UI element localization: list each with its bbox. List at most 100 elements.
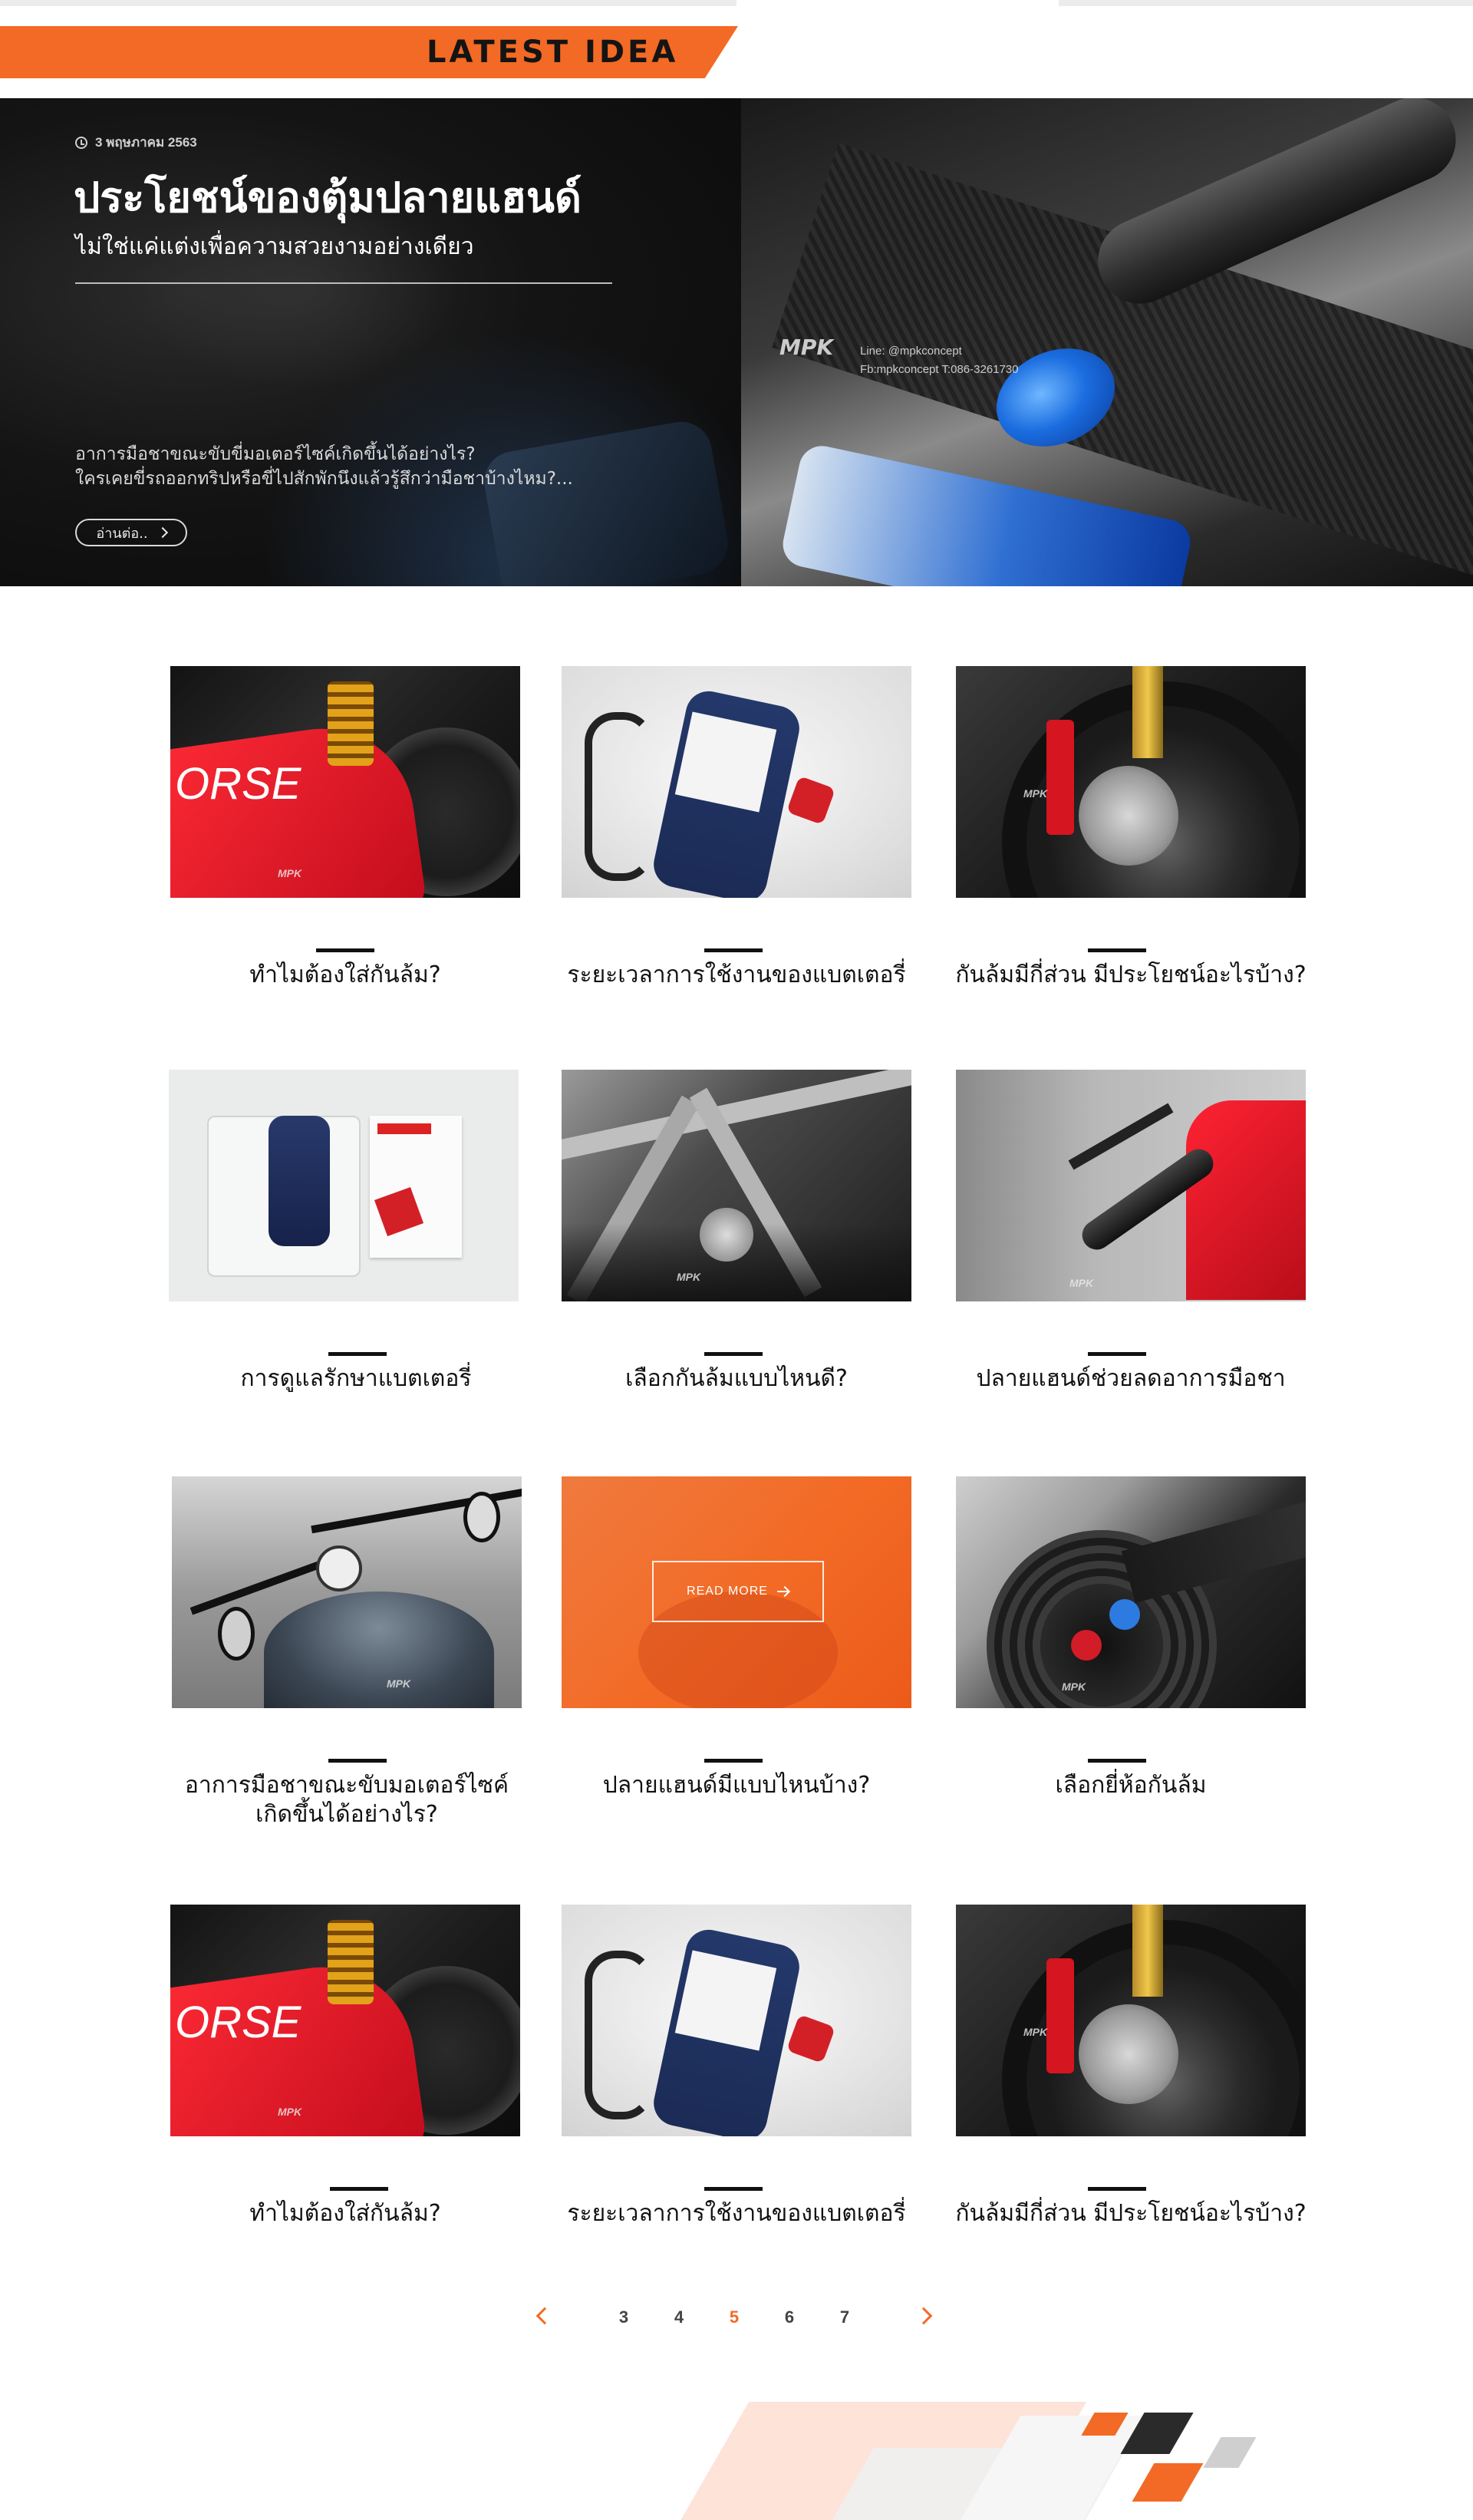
clock-icon [75, 136, 87, 149]
chevron-right-icon [157, 526, 168, 539]
thumb-spool-blue [1109, 1599, 1140, 1630]
card-accent-bar [1088, 1759, 1146, 1763]
thumb-shock [328, 681, 374, 766]
article-title[interactable]: เลือกยี่ห้อกันล้ม [901, 1771, 1361, 1800]
hero-date-text: 3 พฤษภาคม 2563 [95, 135, 197, 150]
thumb-slider [1079, 2004, 1178, 2104]
thumb-watermark: MPK [1062, 1681, 1086, 1693]
hero-image-watermark: Line: @mpkconcept Fb:mpkconcept T:086-32… [860, 342, 1019, 379]
card-accent-bar [704, 1759, 763, 1763]
hero-excerpt-line: อาการมือชาขณะขับขี่มอเตอร์ไซค์เกิดขึ้นได… [75, 444, 476, 464]
card-accent-bar [1088, 2187, 1146, 2191]
chevron-left-icon[interactable] [535, 2307, 554, 2325]
article-title[interactable]: เลือกกันล้มแบบไหนดี? [506, 1364, 967, 1394]
card-accent-bar [328, 1759, 387, 1763]
article-title-line: เกิดขึ้นได้อย่างไร? [255, 1801, 438, 1828]
page-link[interactable]: 3 [612, 2302, 635, 2333]
hero-handle-grip [1084, 98, 1470, 318]
chevron-right-icon[interactable] [914, 2307, 933, 2325]
article-thumbnail[interactable]: MPK [172, 1476, 522, 1708]
card-accent-bar [330, 2187, 388, 2191]
hero-banner[interactable]: MPK Line: @mpkconcept Fb:mpkconcept T:08… [0, 98, 1473, 586]
page-link[interactable]: 6 [778, 2302, 801, 2333]
hero-title[interactable]: ประโยชน์ของตุ้มปลายแฮนด์ [74, 170, 582, 226]
hero-excerpt: อาการมือชาขณะขับขี่มอเตอร์ไซค์เกิดขึ้นได… [75, 442, 658, 491]
hero-subtitle: ไม่ใช่แค่แต่งเพื่อความสวยงามอย่างเดียว [75, 233, 474, 260]
footer-decor-block [1132, 2463, 1204, 2502]
article-title[interactable]: ระยะเวลาการใช้งานของแบตเตอรี่ [506, 2199, 967, 2228]
thumb-watermark: MPK [387, 1677, 411, 1690]
page-link[interactable]: 7 [833, 2302, 856, 2333]
card-accent-bar [1088, 1352, 1146, 1356]
hero-readmore-button[interactable]: อ่านต่อ.. [75, 519, 187, 546]
thumb-cable [585, 712, 654, 881]
thumb-manual [370, 1116, 462, 1258]
hero-date: 3 พฤษภาคม 2563 [75, 132, 197, 153]
article-thumbnail[interactable] [562, 666, 911, 898]
thumb-watermark: MPK [1023, 2026, 1048, 2038]
thumb-cable [585, 1951, 654, 2119]
arrow-right-icon [776, 1587, 789, 1596]
article-thumbnail[interactable]: MPK [956, 1905, 1306, 2136]
article-thumbnail[interactable]: MPK [956, 1070, 1306, 1301]
article-thumbnail[interactable]: ORSE MPK [170, 666, 520, 898]
thumb-gauge [316, 1545, 362, 1591]
card-accent-bar [328, 1352, 387, 1356]
thumb-caliper [1046, 720, 1074, 835]
article-thumbnail[interactable]: MPK [956, 1476, 1306, 1708]
thumb-manual-header [377, 1123, 431, 1134]
hero-image-logo: MPK [779, 335, 834, 360]
thumb-lever [1068, 1103, 1174, 1170]
thumb-mirror [218, 1607, 255, 1661]
thumb-watermark: MPK [1069, 1277, 1094, 1289]
hero-excerpt-line: ใครเคยขี่รถออกทริปหรือขี่ไปสักพักนึงแล้ว… [75, 469, 573, 489]
thumb-fork [1132, 666, 1163, 758]
thumb-frame-slider [700, 1208, 753, 1262]
thumb-caliper [1046, 1958, 1074, 2073]
section-title: LATEST IDEA [427, 35, 679, 70]
thumb-hub [1040, 1584, 1163, 1707]
top-divider-left [0, 0, 736, 6]
article-title[interactable]: ระยะเวลาการใช้งานของแบตเตอรี่ [506, 961, 967, 990]
article-thumbnail[interactable]: MPK [562, 1070, 911, 1301]
card-accent-bar [316, 948, 374, 952]
thumb-fork [1132, 1905, 1163, 1997]
thumb-watermark: MPK [677, 1271, 701, 1283]
article-thumbnail[interactable] [562, 1905, 911, 2136]
thumb-fairing-text: ORSE [175, 1997, 302, 2047]
watermark-line: Fb:mpkconcept T:086-3261730 [860, 363, 1019, 376]
readmore-overlay-label: READ MORE [687, 1585, 768, 1598]
thumb-slider [1079, 766, 1178, 866]
thumb-swingarm [1121, 1495, 1306, 1604]
article-title[interactable]: กันล้มมีกี่ส่วน มีประโยชน์อะไรบ้าง? [901, 961, 1361, 990]
pagination: 3 4 5 6 7 [0, 2302, 1473, 2333]
thumb-charger [269, 1116, 330, 1246]
thumb-charger-label [674, 711, 777, 813]
article-title[interactable]: กันล้มมีกี่ส่วน มีประโยชน์อะไรบ้าง? [901, 2199, 1361, 2228]
hero-divider [75, 282, 612, 284]
thumb-watermark: MPK [1023, 787, 1048, 800]
hero-image: MPK Line: @mpkconcept Fb:mpkconcept T:08… [741, 98, 1473, 586]
thumb-spool-red [1071, 1630, 1102, 1661]
page-link[interactable]: 4 [667, 2302, 690, 2333]
thumb-watermark: MPK [278, 2106, 302, 2118]
thumb-shock [328, 1920, 374, 2004]
thumb-charger-label [674, 1950, 777, 2051]
article-thumbnail[interactable]: MPK [956, 666, 1306, 898]
watermark-line: Line: @mpkconcept [860, 345, 962, 358]
thumb-mirror [463, 1492, 500, 1542]
card-accent-bar [1088, 948, 1146, 952]
card-accent-bar [704, 948, 763, 952]
article-thumbnail[interactable]: ORSE MPK [170, 1905, 520, 2136]
page-link-current[interactable]: 5 [723, 2302, 746, 2333]
readmore-overlay-button[interactable]: READ MORE [652, 1561, 824, 1622]
thumb-watermark: MPK [278, 867, 302, 879]
article-title[interactable]: ปลายแฮนด์มีแบบไหนบ้าง? [506, 1771, 967, 1800]
article-title[interactable]: ปลายแฮนด์ช่วยลดอาการมือชา [901, 1364, 1361, 1394]
thumb-fairing-text: ORSE [175, 759, 302, 809]
article-thumbnail-overlay[interactable]: READ MORE [562, 1476, 911, 1708]
thumb-fairing [1186, 1100, 1306, 1300]
article-thumbnail[interactable] [169, 1070, 519, 1301]
hero-readmore-label: อ่านต่อ.. [96, 525, 148, 542]
card-accent-bar [704, 1352, 763, 1356]
